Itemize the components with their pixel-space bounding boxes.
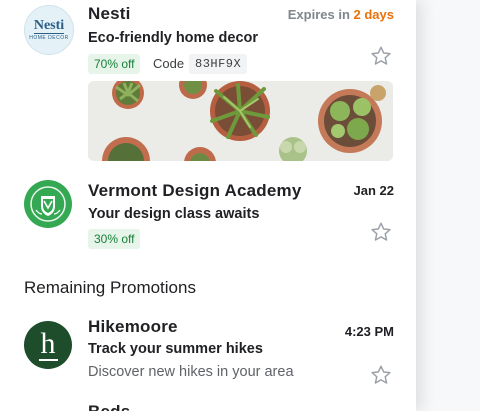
star-icon[interactable] [370, 221, 392, 243]
nesti-logo-text: Nesti [33, 18, 65, 34]
discount-badge: 30% off [88, 229, 141, 249]
email-subject: Your design class awaits [88, 206, 260, 222]
expiry-prefix: Expires in [287, 7, 354, 22]
shield-crest-icon [30, 186, 66, 222]
expiry-value: 2 days [353, 7, 394, 22]
email-time: 4:23 PM [344, 324, 394, 339]
hikemoore-logo-letter: h [38, 327, 58, 361]
email-date: Jan 22 [353, 183, 394, 198]
email-subject: Track your summer hikes [88, 341, 263, 357]
star-icon[interactable] [370, 364, 392, 386]
promo-image[interactable] [88, 81, 393, 161]
expiry-label: Expires in 2 days [288, 7, 394, 22]
email-subject: Eco-friendly home decor [88, 30, 259, 46]
email-snippet: Discover new hikes in your area [88, 364, 294, 380]
promo-code-chip[interactable]: 83HF9X [189, 54, 248, 74]
hikemoore-avatar: h [24, 321, 72, 369]
section-title: Remaining Promotions [24, 278, 196, 297]
nesti-logo-subtext: HOME DECOR [29, 35, 69, 41]
nesti-avatar: Nesti HOME DECOR [24, 5, 74, 55]
vermont-avatar [24, 180, 72, 228]
code-label: Code [153, 56, 185, 71]
promotions-panel: Nesti HOME DECOR Nesti Expires in 2 days… [0, 0, 416, 411]
sender-name: Vermont Design Academy [88, 181, 302, 200]
sender-name: Hikemoore [88, 317, 178, 336]
sender-name: Nesti [88, 4, 131, 23]
discount-badge: 70% off [88, 54, 141, 74]
sender-name-partial[interactable]: Beds [88, 402, 130, 411]
star-icon[interactable] [370, 45, 392, 67]
background-area [416, 0, 480, 411]
succulent-plants-photo [88, 81, 393, 161]
